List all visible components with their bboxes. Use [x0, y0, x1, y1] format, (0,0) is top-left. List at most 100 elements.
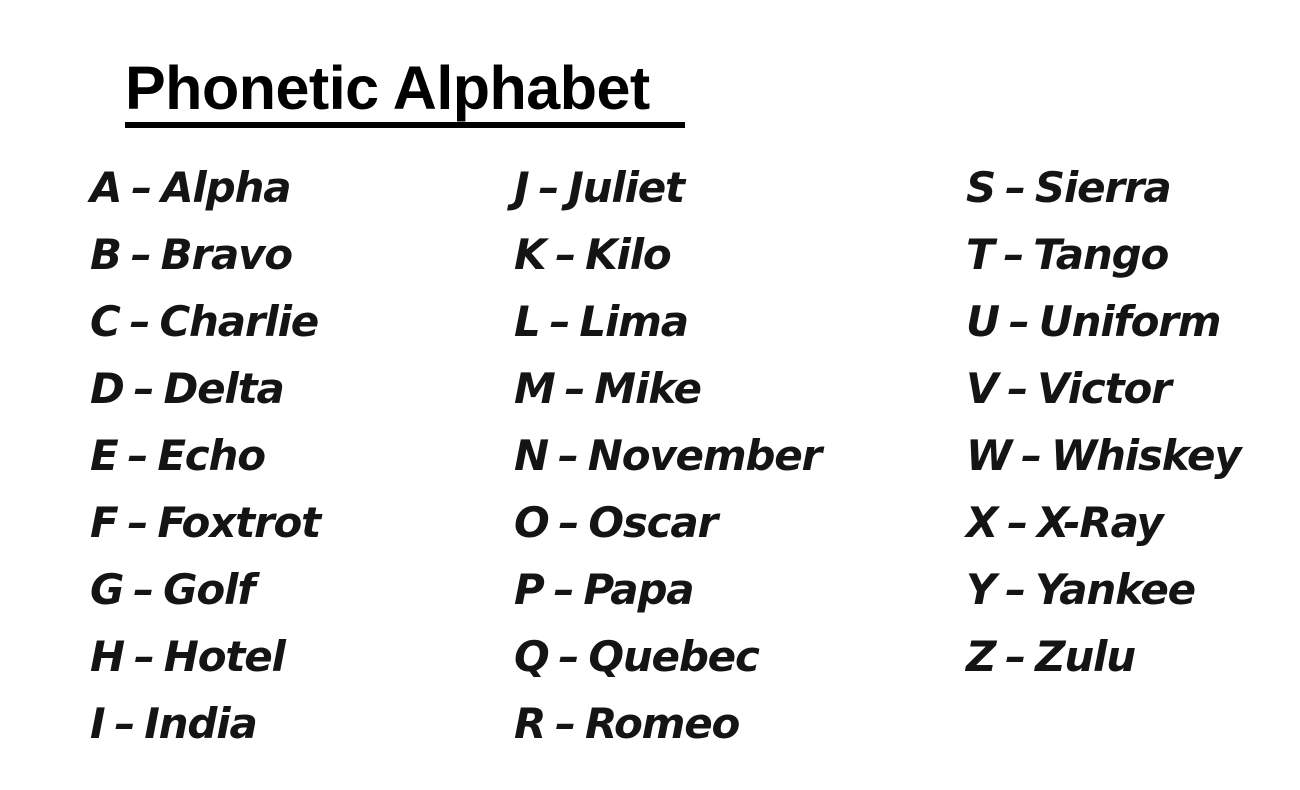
entry-letter: T [966, 230, 995, 279]
alphabet-entry: U – Uniform [966, 294, 1240, 361]
entry-codeword: Uniform [1038, 297, 1222, 346]
alphabet-entry: W – Whiskey [966, 428, 1242, 495]
entry-separator: – [553, 565, 575, 614]
entry-letter: K [514, 230, 547, 279]
entry-letter: X [966, 498, 998, 547]
entry-letter: S [966, 163, 996, 212]
entry-codeword: November [587, 431, 822, 480]
entry-separator: – [1021, 431, 1042, 480]
entry-letter: P [514, 565, 545, 614]
entry-separator: – [555, 699, 576, 748]
alphabet-entry: V – Victor [966, 361, 1240, 428]
column-a-to-i: A – Alpha B – Bravo C – Charlie D – Delta E – Echo F – Fo… [90, 160, 321, 763]
alphabet-entry: C – Charlie [90, 294, 320, 361]
entry-separator: – [1007, 364, 1028, 413]
entry-codeword: Delta [163, 364, 284, 413]
entry-letter: Z [966, 632, 996, 681]
entry-codeword: Juliet [568, 163, 685, 212]
entry-letter: U [966, 297, 1000, 346]
entry-letter: J [514, 163, 530, 212]
entry-letter: W [966, 431, 1012, 480]
alphabet-entry: S – Sierra [966, 160, 1240, 227]
entry-letter: V [966, 364, 999, 413]
entry-letter: F [90, 498, 119, 547]
entry-codeword: Alpha [161, 163, 291, 212]
page-title: Phonetic Alphabet [125, 54, 650, 122]
entry-separator: – [130, 230, 152, 279]
entry-letter: L [514, 297, 541, 346]
entry-codeword: Lima [579, 297, 689, 346]
entry-letter: D [90, 364, 125, 413]
entry-letter: C [90, 297, 121, 346]
alphabet-entry: N – November [514, 428, 822, 495]
alphabet-entry: F – Foxtrot [90, 495, 321, 562]
entry-codeword: Foxtrot [157, 498, 321, 547]
alphabet-entry: L – Lima [514, 294, 821, 361]
entry-codeword: Quebec [588, 632, 760, 681]
entry-codeword: Yankee [1035, 565, 1196, 614]
alphabet-entry: R – Romeo [514, 696, 821, 763]
entry-codeword: Romeo [584, 699, 740, 748]
entry-separator: – [133, 565, 154, 614]
entry-letter: A [90, 163, 123, 212]
entry-separator: – [1005, 632, 1026, 681]
title-underline [125, 122, 685, 128]
alphabet-entry: Y – Yankee [966, 562, 1240, 629]
alphabet-entry: E – Echo [90, 428, 320, 495]
alphabet-entry: Z – Zulu [966, 629, 1240, 696]
entry-letter: R [514, 699, 546, 748]
entry-codeword: India [144, 699, 258, 748]
entry-letter: I [90, 699, 106, 748]
alphabet-entry: H – Hotel [90, 629, 320, 696]
entry-letter: Q [514, 632, 550, 681]
alphabet-entry: I – India [90, 696, 320, 763]
alphabet-entry: O – Oscar [514, 495, 821, 562]
entry-separator: – [555, 230, 576, 279]
entry-letter: N [514, 431, 549, 480]
entry-codeword: Victor [1037, 364, 1172, 413]
entry-codeword: Papa [583, 565, 694, 614]
entry-codeword: Whiskey [1050, 431, 1242, 480]
alphabet-entry: P – Papa [514, 562, 821, 629]
alphabet-entry: A – Alpha [90, 160, 320, 227]
entry-letter: M [514, 364, 556, 413]
column-s-to-z: S – Sierra T – Tango U – Uniform V – Victor W – Whiske… [966, 160, 1242, 696]
entry-separator: – [1003, 230, 1024, 279]
alphabet-entry: B – Bravo [90, 227, 320, 294]
entry-separator: – [133, 364, 155, 413]
alphabet-entry: Q – Quebec [514, 629, 821, 696]
entry-separator: – [133, 632, 155, 681]
entry-codeword: Zulu [1035, 632, 1136, 681]
entry-letter: G [90, 565, 124, 614]
entry-codeword: Golf [163, 565, 255, 614]
entry-codeword: Echo [157, 431, 266, 480]
entry-codeword: Hotel [163, 632, 286, 681]
entry-codeword: X-Ray [1037, 498, 1164, 547]
alphabet-entry: M – Mike [514, 361, 821, 428]
column-j-to-r: J – Juliet K – Kilo L – Lima M – Mike N – November O – Os… [514, 160, 822, 763]
entry-separator: – [558, 498, 580, 547]
entry-separator: – [129, 297, 151, 346]
entry-letter: E [90, 431, 119, 480]
entry-codeword: Kilo [585, 230, 672, 279]
alphabet-entry: D – Delta [90, 361, 320, 428]
entry-separator: – [538, 163, 559, 212]
entry-separator: – [131, 163, 152, 212]
alphabet-entry: G – Golf [90, 562, 320, 629]
entry-separator: – [127, 498, 149, 547]
entry-codeword: Oscar [588, 498, 718, 547]
entry-codeword: Sierra [1034, 163, 1172, 212]
entry-separator: – [1008, 297, 1030, 346]
entry-separator: – [549, 297, 571, 346]
entry-separator: – [1005, 565, 1026, 614]
entry-letter: H [90, 632, 125, 681]
entry-separator: – [557, 431, 579, 480]
entry-separator: – [114, 699, 135, 748]
alphabet-entry: T – Tango [966, 227, 1240, 294]
entry-separator: – [1005, 163, 1026, 212]
alphabet-entry: J – Juliet [514, 160, 821, 227]
entry-separator: – [558, 632, 580, 681]
entry-letter: O [514, 498, 550, 547]
entry-letter: B [90, 230, 122, 279]
entry-letter: Y [966, 565, 996, 614]
